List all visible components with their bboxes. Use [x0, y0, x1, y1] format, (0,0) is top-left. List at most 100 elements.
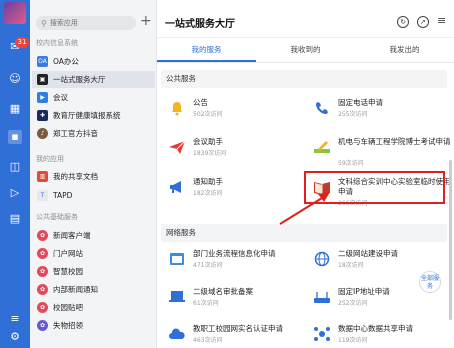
search-box[interactable]: ⚲ — [36, 16, 136, 30]
cloud-icon — [167, 324, 187, 344]
tab-bar: 我的服务 我收到的 我发出的 — [157, 39, 454, 63]
sidebar-item-label: 会议 — [53, 93, 68, 102]
campus-icon: ✿ — [37, 266, 48, 277]
network-icon — [312, 324, 332, 344]
section-title: 我的应用 — [36, 155, 64, 163]
meeting-icon: ▶ — [37, 92, 48, 103]
service-item[interactable]: 会议助手 1839次访问 — [167, 135, 307, 165]
sidebar-item-meeting[interactable]: ▶ 会议 — [32, 89, 155, 106]
sidebar-item-shared-docs[interactable]: ▥ 我的共享文档 — [32, 168, 155, 185]
sidebar-item-health[interactable]: ✚ 教育厅健康填报系统 — [32, 107, 155, 124]
visit-count: 1839次访问 — [193, 150, 227, 157]
service-item[interactable]: 二级域名审批备案 61次访问 — [167, 285, 307, 315]
avatar[interactable] — [4, 2, 26, 24]
sidebar-item-tieba[interactable]: ✿ 校园贴吧 — [32, 299, 155, 316]
section-title: 公共基础服务 — [36, 213, 78, 221]
service-item[interactable]: 部门业务流程信息化申请 471次访问 — [167, 247, 307, 277]
all-services-button[interactable]: 全部服务 — [419, 271, 441, 293]
sidebar-item-portal[interactable]: ✿ 门户网站 — [32, 245, 155, 262]
workbench-icon[interactable]: ◫ — [8, 160, 22, 174]
sidebar-item-tapd[interactable]: T TAPD — [32, 187, 155, 204]
service-name: 会议助手 — [193, 137, 223, 146]
service-name: 教职工校园网实名认证申请 — [193, 324, 283, 333]
router-icon — [312, 287, 332, 307]
service-item[interactable]: 机电与车辆工程学院博士考试申请 59次访问 — [312, 135, 452, 167]
globe-icon — [312, 249, 332, 269]
laptop-icon — [167, 287, 187, 307]
health-icon: ✚ — [37, 110, 48, 121]
service-item[interactable]: 公告 502次访问 — [167, 96, 307, 126]
plane-icon — [167, 137, 187, 157]
service-name: 数据中心数据共享申请 — [338, 324, 413, 333]
service-name: 部门业务流程信息化申请 — [193, 249, 276, 258]
visit-count: 182次访问 — [193, 190, 223, 197]
header: 一站式服务大厅 ↻ ➚ ≡ — [157, 0, 454, 38]
menu-icon[interactable]: ≡ — [437, 14, 446, 27]
sidebar-item-label: 教育厅健康填报系统 — [53, 111, 121, 120]
pen-icon — [312, 137, 332, 157]
visit-count: 255次访问 — [338, 111, 368, 118]
phone-icon — [312, 98, 332, 118]
sidebar-item-label: 内部新闻通知 — [53, 285, 98, 294]
sidebar-item-lost[interactable]: ✿ 失物招领 — [32, 317, 155, 334]
files-icon[interactable]: ▤ — [8, 212, 22, 226]
visit-count: 463次访问 — [193, 337, 223, 344]
sidebar-item-label: OA办公 — [53, 57, 79, 66]
news-icon: ✿ — [37, 230, 48, 241]
visit-count: 59次访问 — [338, 160, 364, 167]
tab-received[interactable]: 我收到的 — [256, 39, 355, 62]
portal-icon: ✿ — [37, 248, 48, 259]
tieba-icon: ✿ — [37, 302, 48, 313]
compass-icon[interactable]: ➚ — [417, 16, 429, 28]
window-icon — [167, 249, 187, 269]
service-item[interactable]: 固定电话申请 255次访问 — [312, 96, 452, 126]
service-name: 二级网站建设申请 — [338, 249, 398, 258]
sidebar-item-news[interactable]: ✿ 新闻客户端 — [32, 227, 155, 244]
tab-sent[interactable]: 我发出的 — [355, 39, 454, 62]
page-title: 一站式服务大厅 — [165, 19, 235, 30]
sidebar-item-label: 一站式服务大厅 — [53, 75, 106, 84]
tapd-icon: T — [37, 190, 48, 201]
visit-count: 502次访问 — [193, 111, 223, 118]
calendar-icon[interactable]: ▦ — [8, 102, 22, 116]
service-name: 机电与车辆工程学院博士考试申请 — [338, 137, 451, 146]
visit-count: 18次访问 — [338, 262, 364, 269]
sidebar-item-douyin[interactable]: ♪ 郑工官方抖音 — [32, 125, 155, 142]
sidebar-item-hall[interactable]: ▣ 一站式服务大厅 — [32, 71, 155, 88]
tab-my-services[interactable]: 我的服务 — [157, 39, 256, 62]
sidebar-item-notice[interactable]: ✿ 内部新闻通知 — [32, 281, 155, 298]
oa-icon: OA — [37, 56, 48, 67]
service-item[interactable]: 教职工校园网实名认证申请 463次访问 — [167, 322, 307, 348]
sidebar-item-label: 郑工官方抖音 — [53, 129, 98, 138]
more-icon[interactable]: ≡ — [8, 312, 22, 326]
sidebar-item-label: 智慧校园 — [53, 267, 83, 276]
sidebar-item-label: 失物招领 — [53, 321, 83, 330]
video-icon[interactable]: ▷ — [8, 186, 22, 200]
settings-icon[interactable]: ⚙ — [8, 330, 22, 344]
douyin-icon: ♪ — [37, 128, 48, 139]
service-item[interactable]: 数据中心数据共享申请 119次访问 — [312, 322, 452, 348]
sidebar-item-label: 新闻客户端 — [53, 231, 91, 240]
add-button[interactable]: + — [140, 13, 152, 29]
scrollbar[interactable] — [449, 160, 452, 320]
search-icon: ⚲ — [41, 18, 47, 28]
sidebar-item-label: 我的共享文档 — [53, 172, 98, 181]
sidebar-item-oa[interactable]: OA OA办公 — [32, 53, 155, 70]
section-title: 校内信息系统 — [36, 39, 78, 47]
icon-rail: ✉ 31 ☺ ▦ ▪ ◫ ▷ ▤ ≡ ⚙ — [0, 0, 30, 348]
sidebar-item-campus[interactable]: ✿ 智慧校园 — [32, 263, 155, 280]
service-name: 通知助手 — [193, 177, 223, 186]
refresh-icon[interactable]: ↻ — [397, 16, 409, 28]
visit-count: 61次访问 — [193, 300, 219, 307]
visit-count: 119次访问 — [338, 337, 368, 344]
sidebar-item-label: 校园贴吧 — [53, 303, 83, 312]
sidebar-item-label: TAPD — [53, 191, 73, 200]
visit-count: 252次访问 — [338, 300, 368, 307]
service-name: 公告 — [193, 98, 208, 107]
notice-icon: ✿ — [37, 284, 48, 295]
search-input[interactable] — [49, 19, 130, 27]
contacts-icon[interactable]: ☺ — [8, 72, 22, 86]
hall-icon: ▣ — [37, 74, 48, 85]
bell-icon — [167, 98, 187, 118]
apps-icon[interactable]: ▪ — [8, 130, 22, 144]
